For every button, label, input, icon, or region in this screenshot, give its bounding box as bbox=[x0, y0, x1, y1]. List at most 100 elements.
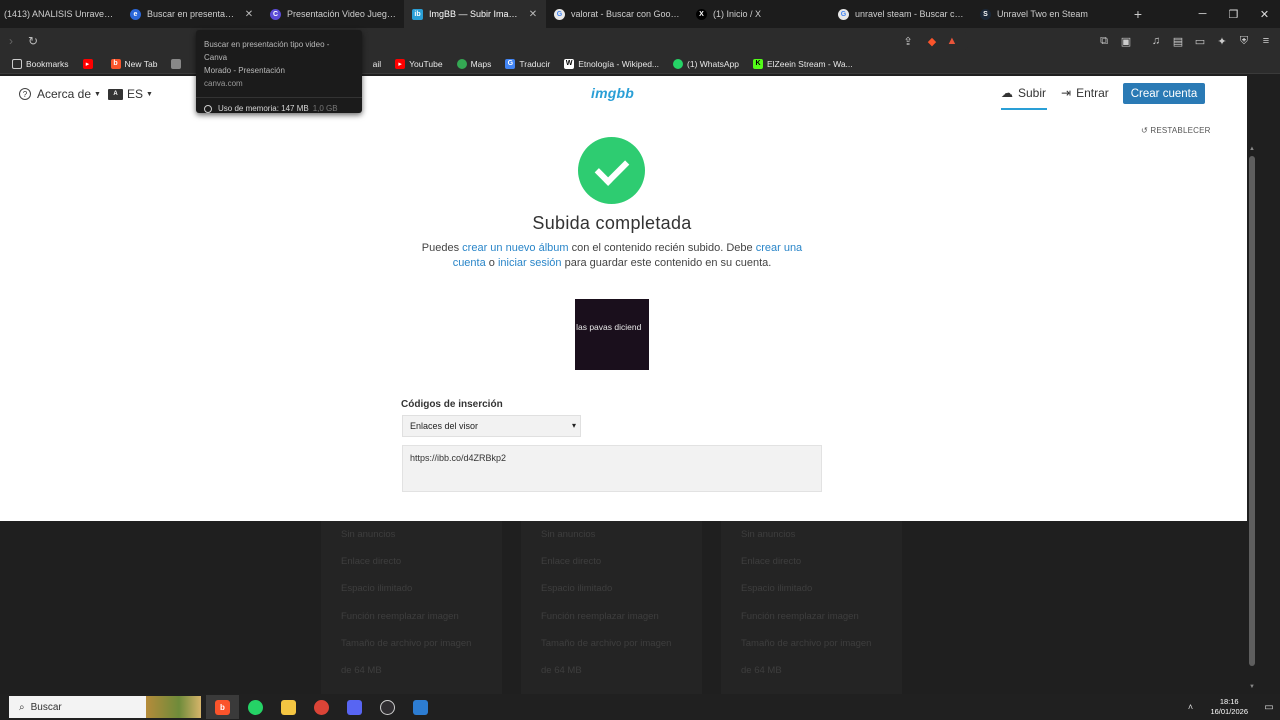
bookmark-label: (1) WhatsApp bbox=[687, 58, 739, 69]
close-tab-icon[interactable]: ✕ bbox=[244, 9, 254, 20]
feature-item: Función reemplazar imagen bbox=[341, 611, 459, 622]
brave-icon: b bbox=[215, 699, 230, 715]
taskbar-clock[interactable]: 18:16 16/01/2026 bbox=[1210, 697, 1248, 717]
bookmark-youtube[interactable]: ▸ YouTube bbox=[395, 58, 443, 69]
feature-item: Sin anuncios bbox=[341, 529, 396, 540]
tab-unravel-steam-google[interactable]: G unravel steam - Buscar con Go bbox=[830, 0, 972, 28]
share-icon[interactable]: ⇪ bbox=[898, 35, 918, 48]
bookmark-new-tab[interactable]: b New Tab bbox=[110, 58, 157, 69]
taskbar-whatsapp[interactable] bbox=[239, 695, 272, 719]
about-label: Acerca de bbox=[37, 87, 92, 101]
obs-icon bbox=[380, 699, 395, 715]
tab-title: valorat - Buscar con Google bbox=[571, 9, 680, 19]
menu-icon[interactable]: ≡ bbox=[1256, 35, 1276, 47]
scrollbar-thumb[interactable] bbox=[1249, 156, 1255, 666]
taskbar-obs[interactable] bbox=[371, 695, 404, 719]
create-album-link[interactable]: crear un nuevo álbum bbox=[462, 242, 568, 254]
cloud-upload-icon: ☁ bbox=[1001, 86, 1013, 100]
nav-upload[interactable]: ☁ Subir bbox=[1001, 86, 1046, 100]
browser-toolbar: › ↻ ⇪ ◆ ▲ ⧉ ▣ ♫ ▤ ▭ ✦ ⛨ ≡ bbox=[0, 28, 1280, 54]
bookmarks-bar: Bookmarks ▸ b New Tab f F ail ▸ YouTube … bbox=[0, 54, 1280, 74]
taskbar-search[interactable]: ⌕ Buscar bbox=[9, 696, 201, 718]
tab-presentacion-video[interactable]: C Presentación Video Juego Gam bbox=[262, 0, 404, 28]
forward-icon[interactable]: › bbox=[0, 34, 22, 48]
bookmark-label: YouTube bbox=[409, 58, 443, 69]
feature-item: Enlace directo bbox=[541, 556, 602, 567]
system-tray: ˄ 18:16 16/01/2026 ▭ bbox=[1180, 694, 1280, 720]
feature-item: de 64 MB bbox=[541, 665, 582, 676]
about-menu[interactable]: ? Acerca de ▼ bbox=[19, 87, 101, 101]
sidebar-icon[interactable]: ▤ bbox=[1168, 35, 1188, 48]
feature-column: Sin anuncios Enlace directo Espacio ilim… bbox=[721, 521, 902, 694]
youtube-icon: ▸ bbox=[82, 58, 93, 69]
bookmark-page[interactable] bbox=[171, 58, 185, 69]
taskbar-file-explorer[interactable] bbox=[272, 695, 305, 719]
tab-imgbb[interactable]: ib ImgBB — Subir Imagen — ✕ bbox=[404, 0, 546, 28]
restore-icon[interactable]: ❐ bbox=[1218, 0, 1249, 28]
bookmark-kick[interactable]: K ElZeein Stream - Wa... bbox=[752, 58, 853, 69]
brave-shields-icon[interactable]: ◆ bbox=[922, 35, 942, 48]
bookmark-maps[interactable]: Maps bbox=[456, 58, 491, 69]
tab-unravel-two-steam[interactable]: S Unravel Two en Steam bbox=[972, 0, 1114, 28]
success-check-icon bbox=[578, 137, 645, 204]
page-scrollbar[interactable]: ▲ ▼ bbox=[1247, 76, 1257, 694]
embed-type-select[interactable]: Enlaces del visor ▾ bbox=[402, 415, 581, 437]
vpn-icon[interactable]: ⛨ bbox=[1234, 35, 1254, 48]
tab-buscar-presentacion[interactable]: e Buscar en presentación tipo ✕ bbox=[122, 0, 262, 28]
bookmark-bookmarks[interactable]: Bookmarks bbox=[12, 58, 69, 69]
whatsapp-icon bbox=[673, 58, 684, 69]
address-bar[interactable] bbox=[362, 31, 970, 51]
login-link[interactable]: iniciar sesión bbox=[498, 257, 562, 269]
notifications-icon[interactable]: ▭ bbox=[1258, 702, 1280, 713]
youtube-icon: ▸ bbox=[395, 58, 406, 69]
feature-item: Enlace directo bbox=[741, 556, 802, 567]
wallet-icon[interactable]: ▭ bbox=[1190, 35, 1210, 48]
memory-usage: Uso de memoria: 147 MB bbox=[218, 104, 309, 113]
embed-code-textarea[interactable]: https://ibb.co/d4ZRBkp2 bbox=[402, 445, 822, 492]
feature-item: Función reemplazar imagen bbox=[741, 611, 859, 622]
bookmark-youtube-short[interactable]: ▸ bbox=[82, 58, 97, 69]
scroll-up-icon[interactable]: ▲ bbox=[1249, 146, 1255, 152]
taskbar-discord[interactable] bbox=[338, 695, 371, 719]
minimize-icon[interactable]: ─ bbox=[1187, 0, 1218, 28]
hover-card-title: Buscar en presentación tipo video - Canv… bbox=[204, 40, 330, 62]
show-hidden-icons-icon[interactable]: ˄ bbox=[1180, 702, 1200, 712]
close-tab-icon[interactable]: ✕ bbox=[528, 9, 538, 20]
thumbnail-text: o las pavas diciend bbox=[575, 322, 642, 332]
bookmark-gmail[interactable]: ail bbox=[373, 59, 382, 69]
info-text: con el contenido recién subido. Debe bbox=[568, 242, 756, 254]
taskbar-chrome[interactable] bbox=[305, 695, 338, 719]
nav-login[interactable]: ⇥ Entrar bbox=[1061, 86, 1109, 100]
scroll-down-icon[interactable]: ▼ bbox=[1249, 684, 1255, 690]
uploaded-image-thumbnail[interactable]: o las pavas diciend bbox=[575, 299, 649, 370]
reset-link[interactable]: ↺ RESTABLECER bbox=[1141, 126, 1211, 135]
feature-item: Tamaño de archivo por imagen bbox=[741, 638, 872, 649]
screenshot-icon[interactable]: ▣ bbox=[1116, 35, 1136, 48]
reload-icon[interactable]: ↻ bbox=[22, 34, 44, 48]
help-icon: ? bbox=[19, 88, 31, 100]
imgbb-logo[interactable]: imgbb bbox=[591, 85, 634, 101]
leo-ai-icon[interactable]: ✦ bbox=[1212, 35, 1232, 48]
tab-x-inicio[interactable]: X (1) Inicio / X bbox=[688, 0, 830, 28]
windows-taskbar: ⌕ Buscar b ˄ 18:16 16/01/2026 ▭ bbox=[0, 694, 1280, 720]
new-tab-button[interactable]: + bbox=[1128, 4, 1148, 24]
taskbar-paint[interactable] bbox=[404, 695, 437, 719]
media-icon[interactable]: ♫ bbox=[1146, 35, 1166, 47]
extensions-icon[interactable]: ⧉ bbox=[1094, 35, 1114, 48]
bookmark-traducir[interactable]: G Traducir bbox=[505, 58, 550, 69]
bookmark-whatsapp[interactable]: (1) WhatsApp bbox=[673, 58, 739, 69]
feature-item: Espacio ilimitado bbox=[341, 583, 413, 594]
wikipedia-icon: W bbox=[564, 58, 575, 69]
feature-item: Espacio ilimitado bbox=[741, 583, 813, 594]
hover-card-subtitle: Morado - Presentación bbox=[204, 66, 285, 75]
feature-item: de 64 MB bbox=[341, 665, 382, 676]
brave-rewards-icon[interactable]: ▲ bbox=[942, 35, 962, 47]
embed-code-value: https://ibb.co/d4ZRBkp2 bbox=[410, 453, 507, 463]
language-menu[interactable]: A ES ▼ bbox=[108, 87, 153, 101]
tab-analisis-unravel[interactable]: (1413) ANALISIS Unravel 2 - La bbox=[0, 0, 122, 28]
bookmark-wikipedia[interactable]: W Etnología - Wikiped... bbox=[564, 58, 659, 69]
taskbar-brave[interactable]: b bbox=[206, 695, 239, 719]
tab-valorat-google[interactable]: G valorat - Buscar con Google bbox=[546, 0, 688, 28]
create-account-button[interactable]: Crear cuenta bbox=[1123, 83, 1205, 104]
close-window-icon[interactable]: ✕ bbox=[1249, 0, 1280, 28]
